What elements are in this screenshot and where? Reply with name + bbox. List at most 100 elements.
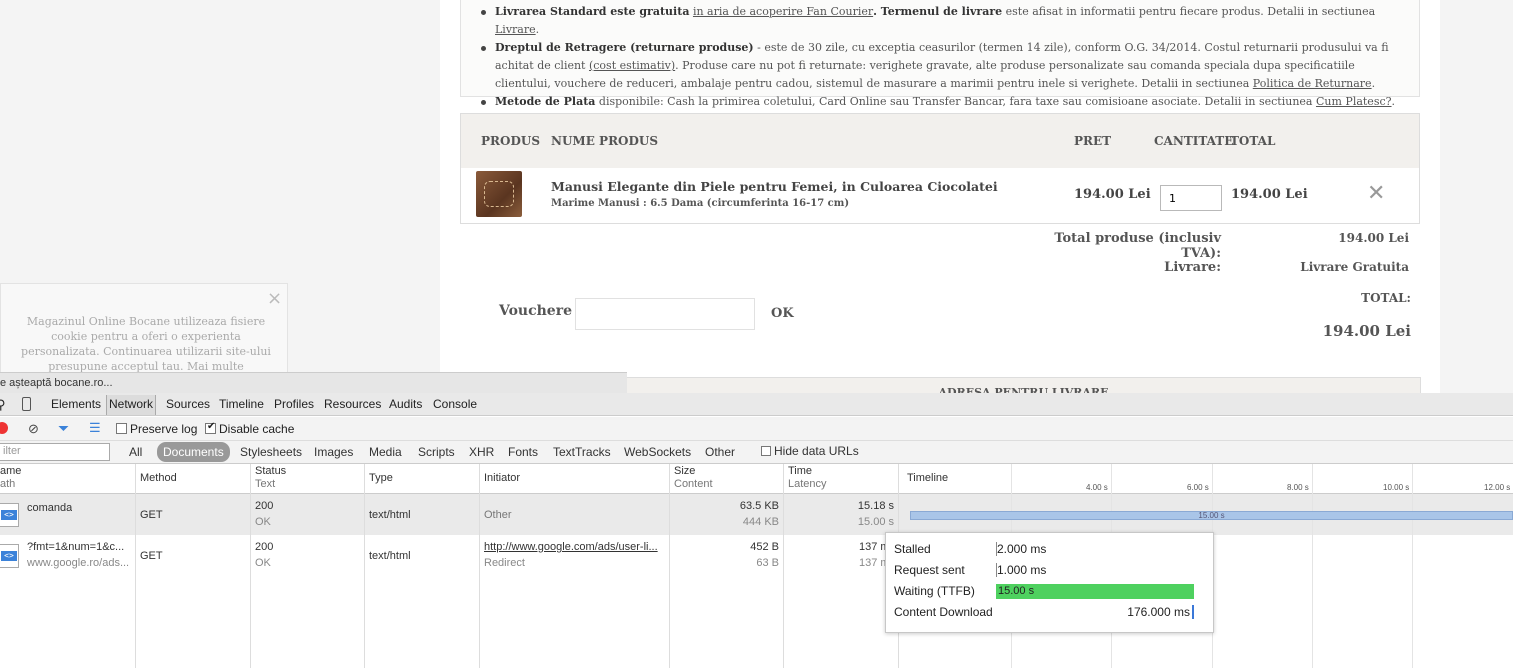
timing-tooltip: Stalled 2.000 ms Request sent 1.000 ms W… [885,532,1214,633]
list-view-icon[interactable]: ☰ [89,420,101,436]
document-icon: <> [0,503,19,527]
col-path-label: ath [0,478,16,490]
delivery-area-link[interactable]: in aria de acoperire Fan Courier [693,5,873,18]
preserve-log-label: Preserve log [130,422,198,436]
delivery-link[interactable]: Livrare [495,23,536,36]
col-pret: PRET [1074,134,1112,148]
record-icon[interactable] [0,422,8,434]
size-value: 63.5 KB [739,500,779,512]
col-header-status[interactable]: Status Text [255,465,286,491]
search-icon[interactable]: ⚲ [0,397,6,413]
devtools-panel: ⚲ Elements Network Sources Timeline Prof… [0,393,1513,668]
tab-console[interactable]: Console [433,397,477,411]
stalled-label: Stalled [894,542,931,556]
col-produs: PRODUS [481,134,540,148]
cart-item-row: Manusi Elegante din Piele pentru Femei, … [460,168,1420,224]
device-mode-icon[interactable] [22,397,31,411]
tab-timeline[interactable]: Timeline [219,397,264,411]
col-header-time[interactable]: Time Latency [788,465,827,491]
col-header-name[interactable]: ame ath [0,465,21,491]
time-value: 15.18 s [857,500,894,512]
column-divider[interactable] [135,464,136,668]
tab-audits[interactable]: Audits [389,397,422,411]
filter-xhr[interactable]: XHR [469,445,494,459]
request-type: text/html [369,550,411,562]
voucher-label: Vouchere [499,303,572,319]
voucher-ok-button[interactable]: OK [771,306,794,321]
product-price: 194.00 Lei [1074,187,1151,202]
filter-scripts[interactable]: Scripts [418,445,455,459]
filter-all[interactable]: All [129,445,142,459]
tab-sources[interactable]: Sources [166,397,210,411]
filter-input[interactable]: ilter [0,443,110,461]
column-divider[interactable] [479,464,480,668]
col-content-label: Content [674,478,713,490]
col-header-type[interactable]: Type [369,472,393,485]
request-initiator: Other [484,509,512,521]
col-header-method[interactable]: Method [140,472,177,485]
col-nume-produs: NUME PRODUS [551,134,659,148]
filter-websockets[interactable]: WebSockets [624,445,691,459]
info-return: Dreptul de Retragere (returnare produse)… [479,39,1407,93]
preserve-log-checkbox[interactable] [116,423,127,434]
timeline-tick: 8.00 s [1287,483,1309,492]
quantity-input[interactable] [1160,185,1222,211]
column-divider[interactable] [783,464,784,668]
column-divider[interactable] [250,464,251,668]
filter-icon[interactable]: ⏷ [58,420,69,437]
request-name[interactable]: comanda [27,500,72,516]
col-latency-label: Latency [788,478,827,490]
return-policy-link[interactable]: Politica de Returnare [1253,77,1372,90]
waiting-value: 15.00 s [998,585,1035,597]
delivery-value: Livrare Gratuita [1300,260,1409,274]
filter-stylesheets[interactable]: Stylesheets [240,445,302,459]
browser-status-bar: e așteaptă bocane.ro... [0,372,627,393]
column-divider[interactable] [364,464,365,668]
document-icon: <> [0,544,19,568]
status-text: OK [255,557,271,569]
request-size: 452 B 63 B [674,539,779,571]
cost-estimate-link[interactable]: (cost estimativ) [589,59,675,72]
info-delivery-bold: Livrarea Standard este gratuita [495,5,690,18]
hide-data-urls-label: Hide data URLs [774,444,859,458]
remove-item-icon[interactable]: ✕ [1367,181,1385,206]
filter-fonts[interactable]: Fonts [508,445,538,459]
timeline-bar[interactable]: 15.00 s [910,511,1513,520]
col-size-label: Size [674,465,696,477]
tab-network[interactable]: Network [106,395,157,415]
filter-other[interactable]: Other [705,445,735,459]
tab-resources[interactable]: Resources [324,397,381,411]
col-header-initiator[interactable]: Initiator [484,472,520,485]
filter-images[interactable]: Images [314,445,353,459]
grand-total-label: TOTAL: [1361,291,1411,305]
network-request-grid: ame ath Method Status Text Type Initiator … [0,464,1513,668]
tab-elements[interactable]: Elements [51,397,101,411]
content-value: 63 B [756,557,779,569]
product-total: 194.00 Lei [1231,187,1308,202]
how-to-pay-link[interactable]: Cum Platesc? [1316,95,1392,108]
initiator-link[interactable]: http://www.google.com/ads/user-li... [484,539,667,555]
filter-media[interactable]: Media [369,445,402,459]
disable-cache-checkbox[interactable] [205,421,216,434]
voucher-input[interactable] [575,298,755,330]
request-name[interactable]: ?fmt=1&num=1&c... www.google.ro/ads... [27,539,132,571]
col-header-timeline[interactable]: Timeline [907,472,948,485]
hide-data-urls-checkbox[interactable] [761,446,771,456]
info-return-bold: Dreptul de Retragere (returnare produse) [495,41,754,54]
clear-icon[interactable]: ⊘ [28,421,39,437]
delivery-label: Livrare: [1164,260,1221,275]
col-header-size[interactable]: Size Content [674,465,713,491]
product-thumbnail[interactable] [476,171,522,217]
content-download-label: Content Download [894,605,993,619]
filter-documents[interactable]: Documents [157,442,230,462]
close-icon[interactable]: × [267,288,282,309]
product-name[interactable]: Manusi Elegante din Piele pentru Femei, … [551,179,998,194]
column-divider[interactable] [669,464,670,668]
tab-profiles[interactable]: Profiles [274,397,314,411]
timeline-tick: 4.00 s [1086,483,1108,492]
filter-texttracks[interactable]: TextTracks [553,445,611,459]
info-payment-text: disponibile: Cash la primirea coletului,… [598,95,1313,108]
request-status: 200 OK [255,539,273,571]
col-status-label: Status [255,465,287,477]
content-value: 444 KB [742,516,779,528]
